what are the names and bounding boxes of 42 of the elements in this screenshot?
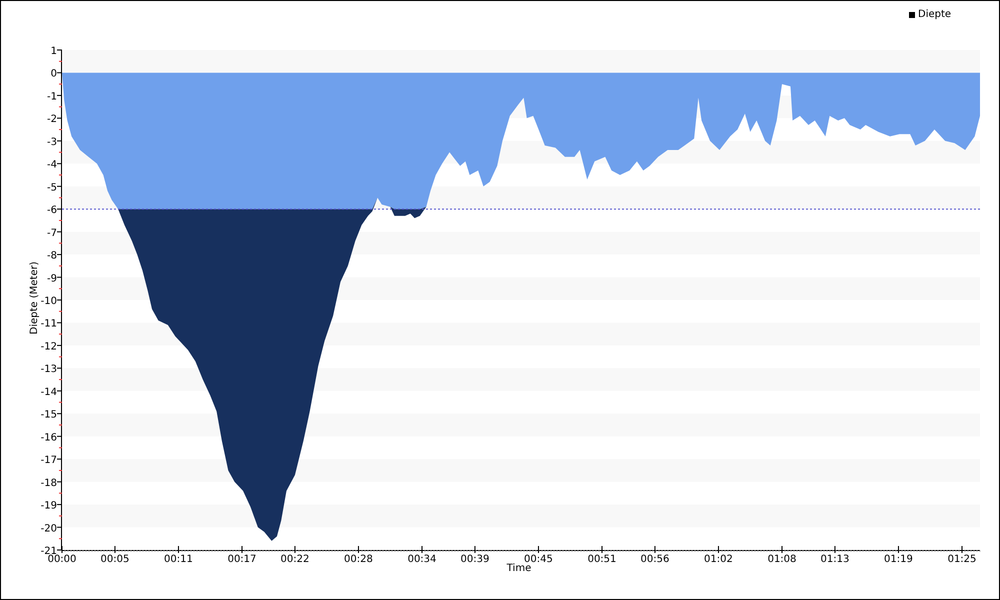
tick-label: 00:56	[640, 554, 670, 565]
tick-label: -17	[40, 455, 57, 466]
legend-label: Diepte	[918, 8, 952, 22]
tick-label: -7	[47, 228, 57, 239]
legend-marker-icon	[909, 12, 915, 18]
tick-label: -13	[40, 364, 57, 376]
tick-label: 00:17	[228, 554, 256, 565]
tick-label: -5	[47, 182, 57, 194]
tick-label: 01:25	[948, 554, 976, 565]
tick-label: 01:19	[884, 554, 913, 565]
tick-label: -1	[47, 91, 57, 102]
tick-label: 01:13	[820, 554, 850, 565]
tick-label: -3	[47, 136, 57, 148]
tick-label: -9	[47, 273, 57, 284]
tick-label: -18	[40, 478, 57, 489]
tick-label: -2	[47, 114, 57, 126]
tick-label: -20	[40, 523, 57, 534]
tick-label: 0	[50, 68, 57, 80]
tick-label: 00:34	[408, 554, 436, 565]
tick-label: -14	[40, 386, 57, 398]
tick-label: 01:02	[704, 554, 733, 565]
axis-title: Diepte (Meter)	[29, 262, 40, 334]
tick-label: -11	[40, 318, 57, 330]
tick-label: 00:39	[460, 554, 490, 565]
tick-label: -12	[40, 341, 57, 352]
tick-label: 00:05	[100, 554, 130, 565]
tick-label: 01:08	[768, 554, 796, 565]
axis-title: Time	[506, 563, 532, 574]
tick-label: -10	[40, 296, 57, 307]
tick-label: 00:51	[588, 554, 616, 565]
tick-label: 00:45	[524, 554, 553, 565]
tick-label: -8	[47, 250, 57, 262]
tick-label: -15	[40, 410, 57, 421]
tick-label: -6	[47, 205, 57, 216]
tick-label: -16	[40, 432, 57, 444]
tick-label: 00:22	[280, 554, 310, 565]
tick-label: 00:28	[344, 554, 373, 565]
tick-label: -19	[40, 500, 57, 512]
tick-label: 00:11	[164, 554, 193, 565]
tick-label: -4	[47, 160, 57, 171]
tick-label: 00:00	[48, 554, 76, 565]
tick-label: 1	[50, 46, 57, 57]
